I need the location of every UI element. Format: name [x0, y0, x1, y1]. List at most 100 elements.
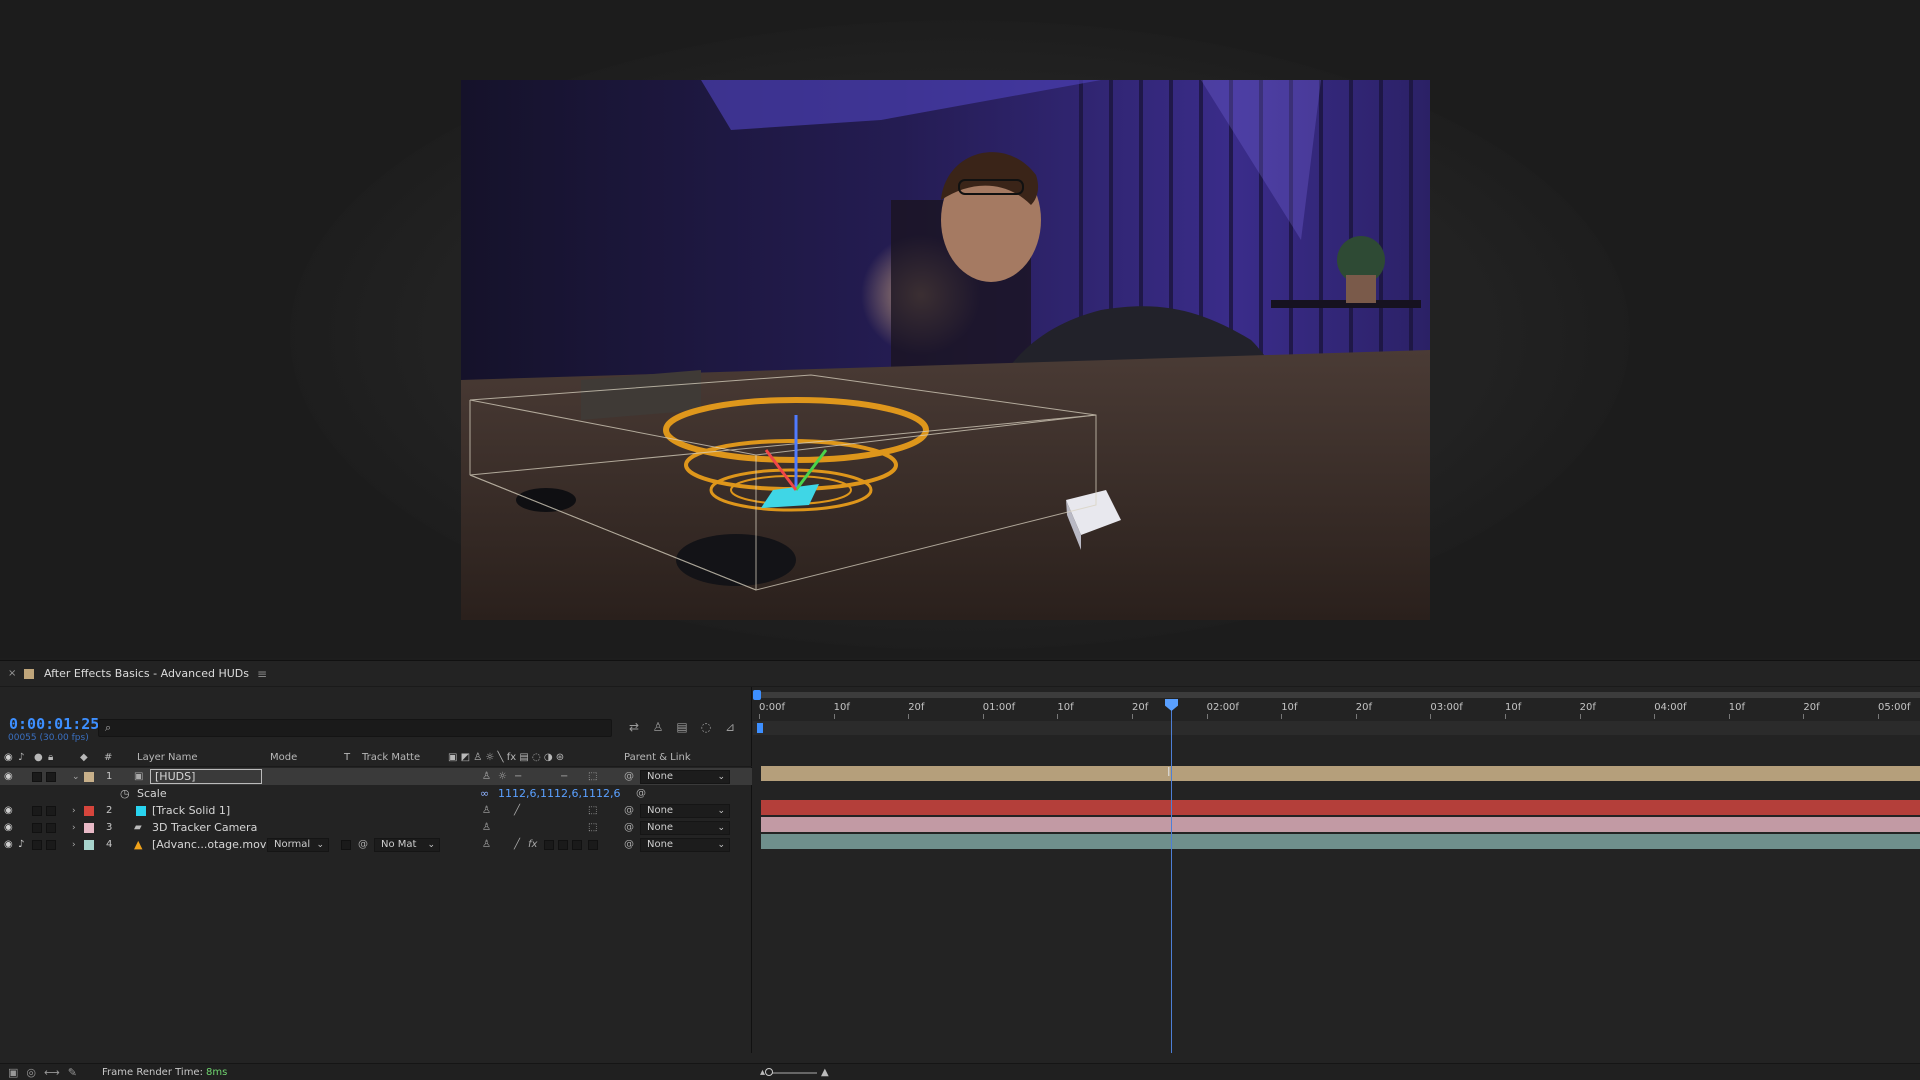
parent-dropdown[interactable]: None ⌄ [640, 769, 730, 784]
quality-switch-icon[interactable]: − [514, 771, 522, 782]
3d-layer-switch-icon[interactable]: ⬚ [588, 822, 597, 833]
frame-blend-toggle[interactable] [544, 839, 554, 850]
zoom-in-icon[interactable]: ▲ [821, 1067, 829, 1078]
audio-header-icon[interactable]: ♪ [18, 752, 24, 763]
video-toggle-header-icon[interactable]: ◉ [4, 752, 13, 763]
label-color[interactable] [84, 822, 94, 833]
time-graph-pane[interactable]: 0:00f 10f 20f 01:00f 10f 20f 02:00f 10f 20f 03:00… [753, 687, 1920, 1053]
playhead-line[interactable] [1171, 699, 1172, 1053]
scale-value[interactable]: 1112,6,1112,6,1112,6 [498, 787, 620, 800]
column-layer-name[interactable]: Layer Name [137, 752, 198, 763]
pickwhip-icon[interactable]: @ [624, 822, 634, 833]
adjustment-toggle[interactable] [572, 839, 582, 850]
time-ruler[interactable]: 0:00f 10f 20f 01:00f 10f 20f 02:00f 10f 20f 03:00… [753, 699, 1920, 719]
layer-name[interactable]: [Advanc...otage.mov] [152, 838, 271, 851]
eye-icon[interactable]: ◉ [4, 822, 13, 833]
track-matte-dropdown[interactable]: No Mat ⌄ [374, 837, 440, 852]
audio-icon[interactable]: ♪ [18, 839, 24, 850]
solo-toggle[interactable] [32, 771, 42, 782]
layer-search-input[interactable]: ⌕ [98, 719, 612, 737]
lock-toggle[interactable] [46, 805, 56, 816]
stopwatch-icon[interactable]: ◷ [120, 787, 130, 800]
frame-render-value: 8ms [206, 1067, 228, 1078]
layer-bar-huds[interactable] [761, 766, 1920, 781]
composition-frame[interactable] [461, 80, 1430, 620]
motion-blur-switch-icon[interactable]: − [560, 771, 568, 782]
time-zoom-slider[interactable]: ▴ ▲ [760, 1067, 829, 1078]
layer-name[interactable]: [HUDS] [150, 769, 262, 784]
panel-menu-icon[interactable]: ≡ [257, 667, 267, 681]
parent-dropdown[interactable]: None ⌄ [640, 803, 730, 818]
modes-toggle-icon[interactable]: ◎ [26, 1066, 36, 1079]
preserve-transparency-toggle[interactable] [341, 839, 351, 850]
chevron-down-icon[interactable]: ⌄ [72, 772, 80, 782]
label-header-icon[interactable]: ◆ [80, 752, 88, 763]
3d-layer-switch-icon[interactable]: ⬚ [588, 805, 597, 816]
frame-blending-icon[interactable]: ▤ [674, 719, 690, 735]
shy-layers-icon[interactable]: ♙ [650, 719, 666, 735]
graph-editor-icon[interactable]: ⊿ [722, 719, 738, 735]
matte-pickwhip-icon[interactable]: @ [358, 839, 368, 850]
layer-row[interactable]: ◉ ♪ › 4 ▲ [Advanc...otage.mov] Normal ⌄ @… [0, 836, 752, 853]
close-tab-icon[interactable]: × [8, 668, 18, 679]
3d-layer-switch-icon[interactable]: ⬚ [588, 771, 597, 782]
solo-toggle[interactable] [32, 822, 42, 833]
eye-icon[interactable]: ◉ [4, 805, 13, 816]
work-area-bar[interactable] [753, 690, 1920, 700]
parent-dropdown[interactable]: None ⌄ [640, 837, 730, 852]
composition-viewer[interactable] [0, 0, 1920, 658]
property-pickwhip-icon[interactable]: @ [636, 788, 646, 799]
layer-row[interactable]: ◉ ⌄ 1 ▣ [HUDS] ♙ ☼ − − ⬚ @ None ⌄ [0, 768, 752, 785]
eye-icon[interactable]: ◉ [4, 771, 13, 782]
current-timecode[interactable]: 0:00:01:25 [9, 715, 99, 733]
motion-blur-toggle[interactable] [558, 839, 568, 850]
layer-name[interactable]: [Track Solid 1] [152, 804, 230, 817]
3d-layer-toggle[interactable] [588, 839, 598, 850]
eye-icon[interactable]: ◉ [4, 839, 13, 850]
shy-switch-icon[interactable]: ♙ [482, 771, 491, 782]
time-navigator[interactable] [753, 721, 1920, 735]
quality-switch-icon[interactable]: ╱ [514, 839, 520, 850]
layer-bar-track-solid[interactable] [761, 800, 1920, 815]
solo-toggle[interactable] [32, 839, 42, 850]
chevron-right-icon[interactable]: › [72, 823, 76, 833]
solo-header-icon[interactable]: ● [34, 752, 43, 763]
layer-switches-toggle-icon[interactable]: ▣ [8, 1066, 18, 1079]
constrain-proportions-icon[interactable]: ∞ [480, 787, 489, 800]
zoom-track[interactable] [765, 1067, 818, 1076]
lock-toggle[interactable] [46, 839, 56, 850]
shy-switch-icon[interactable]: ♙ [482, 839, 491, 850]
layer-bar-footage[interactable] [761, 834, 1920, 849]
layer-row[interactable]: ◉ › 2 [Track Solid 1] ♙ ╱ ⬚ @ None ⌄ [0, 802, 752, 819]
label-color[interactable] [84, 839, 94, 850]
pickwhip-icon[interactable]: @ [624, 839, 634, 850]
property-row-scale[interactable]: ◷ Scale ∞ 1112,6,1112,6,1112,6 @ [0, 785, 752, 802]
parent-dropdown[interactable]: None ⌄ [640, 820, 730, 835]
comp-flowchart-icon[interactable]: ⇄ [626, 719, 642, 735]
lock-header-icon[interactable]: 🔒︎ [48, 752, 53, 763]
chevron-right-icon[interactable]: › [72, 806, 76, 816]
blend-mode-dropdown[interactable]: Normal ⌄ [267, 837, 329, 852]
collapse-switch-icon[interactable]: ☼ [498, 771, 507, 782]
chevron-right-icon[interactable]: › [72, 840, 76, 850]
shy-switch-icon[interactable]: ♙ [482, 805, 491, 816]
layer-row[interactable]: ◉ › 3 ▰ 3D Tracker Camera ♙ ⬚ @ None ⌄ [0, 819, 752, 836]
pickwhip-icon[interactable]: @ [624, 771, 634, 782]
shy-switch-icon[interactable]: ♙ [482, 822, 491, 833]
label-color[interactable] [84, 805, 94, 816]
motion-blur-icon[interactable]: ◌ [698, 719, 714, 735]
navigator-start-handle[interactable] [757, 723, 763, 733]
render-time-toggle-icon[interactable]: ✎ [68, 1066, 77, 1079]
zoom-knob[interactable] [765, 1067, 774, 1076]
in-out-toggle-icon[interactable]: ⟷ [44, 1066, 60, 1079]
layer-bar-camera[interactable] [761, 817, 1920, 832]
solo-toggle[interactable] [32, 805, 42, 816]
pickwhip-icon[interactable]: @ [624, 805, 634, 816]
fx-switch-icon[interactable]: fx [528, 839, 537, 850]
tab-comp-title[interactable]: After Effects Basics - Advanced HUDs [44, 667, 249, 680]
layer-name[interactable]: 3D Tracker Camera [152, 821, 257, 834]
quality-switch-icon[interactable]: ╱ [514, 805, 520, 816]
lock-toggle[interactable] [46, 822, 56, 833]
label-color[interactable] [84, 771, 94, 782]
lock-toggle[interactable] [46, 771, 56, 782]
